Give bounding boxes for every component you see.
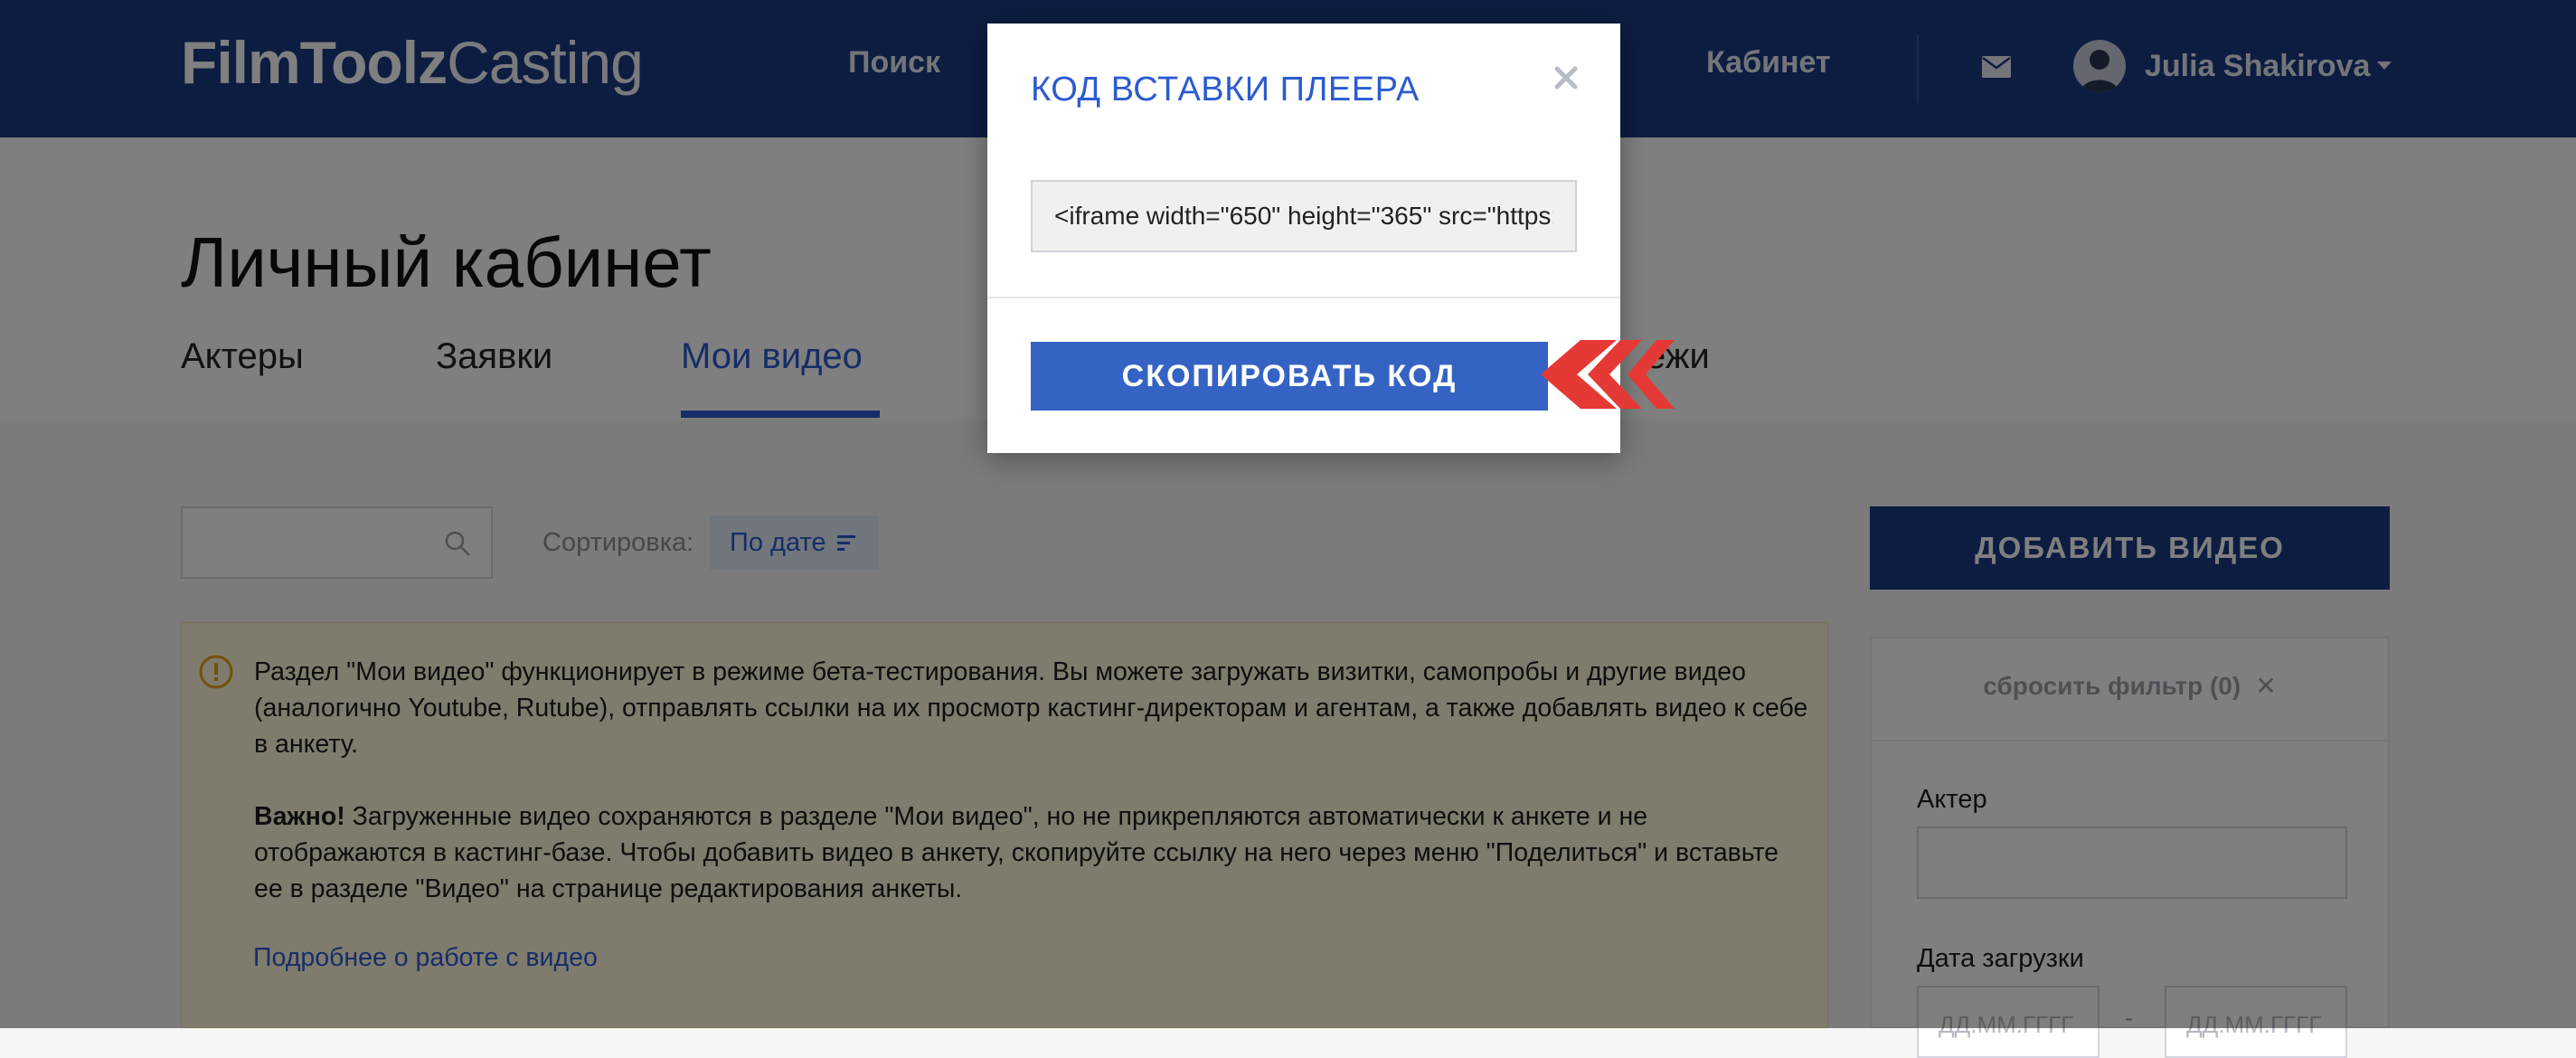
pointer-arrows-icon xyxy=(1541,340,1675,409)
modal-divider xyxy=(987,297,1620,298)
close-icon[interactable] xyxy=(1548,60,1584,96)
copy-code-button[interactable]: СКОПИРОВАТЬ КОД xyxy=(1031,342,1548,411)
modal-title: КОД ВСТАВКИ ПЛЕЕРА xyxy=(1031,71,1420,109)
embed-code-modal: КОД ВСТАВКИ ПЛЕЕРА СКОПИРОВАТЬ КОД xyxy=(987,24,1620,453)
embed-code-field[interactable] xyxy=(1031,180,1577,252)
